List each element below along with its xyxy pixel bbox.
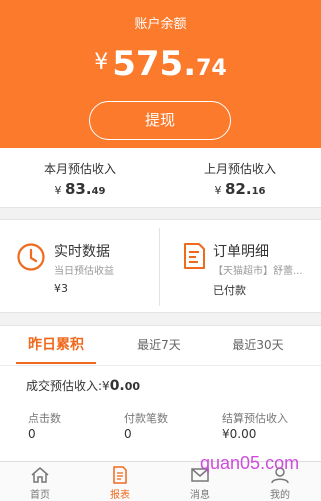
tab-last-30-days[interactable]: 最近30天 — [222, 326, 294, 364]
order-details-card[interactable]: 订单明细 【天猫超市】舒蕾... 已付款 — [161, 220, 321, 314]
realtime-title: 实时数据 — [54, 244, 110, 260]
balance-integer: 575. — [112, 44, 197, 84]
balance-header: 账户余额 ¥575.74 提现 — [0, 0, 321, 148]
nav-message-label: 消息 — [190, 490, 210, 501]
this-month-integer: 83. — [65, 180, 92, 198]
metric-payments-label: 付款笔数 — [124, 412, 168, 425]
period-tabs: 昨日累积 最近7天 最近30天 — [0, 326, 321, 364]
realtime-subtitle: 当日预估收益 — [54, 266, 114, 277]
last-month-value: ¥ 82.16 — [160, 180, 320, 198]
deal-decimal: 00 — [124, 380, 141, 393]
watermark: quan05.com — [200, 453, 300, 473]
withdraw-button[interactable]: 提现 — [89, 101, 231, 140]
last-month-decimal: 16 — [251, 186, 266, 197]
header-title: 账户余额 — [134, 17, 187, 32]
report-icon — [113, 466, 127, 484]
realtime-value: ¥3 — [54, 282, 68, 295]
this-month-label: 本月预估收入 — [43, 162, 116, 176]
orders-value: 已付款 — [213, 284, 246, 297]
nav-home[interactable]: 首页 — [0, 462, 80, 501]
this-month-decimal: 49 — [91, 186, 106, 197]
tab-last-7-days[interactable]: 最近7天 — [126, 326, 192, 364]
orders-title: 订单明细 — [213, 244, 269, 260]
monthly-estimate-row: 本月预估收入 ¥ 83.49 上月预估收入 ¥ 82.16 — [0, 148, 321, 208]
deal-currency: ¥ — [102, 379, 110, 393]
last-month-integer: 82. — [225, 180, 252, 198]
home-icon — [31, 467, 49, 483]
metric-settlement-label: 结算预估收入 — [222, 412, 288, 425]
this-month-currency: ¥ — [54, 184, 62, 197]
orders-subtitle: 【天猫超市】舒蕾... — [213, 266, 303, 277]
deal-integer: 0. — [109, 378, 125, 394]
deal-label: 成交预估收入: — [26, 379, 103, 393]
summary-cards: 实时数据 当日预估收益 ¥3 订单明细 【天猫超市】舒蕾... 已付款 — [0, 219, 321, 313]
last-month-label: 上月预估收入 — [203, 162, 276, 176]
tab-yesterday[interactable]: 昨日累积 — [16, 326, 96, 364]
metric-clicks-label: 点击数 — [28, 412, 61, 425]
clock-icon — [17, 243, 45, 271]
last-month-currency: ¥ — [214, 184, 222, 197]
this-month-estimate[interactable]: 本月预估收入 ¥ 83.49 — [0, 148, 160, 208]
stats-panel: 昨日累积 最近7天 最近30天 成交预估收入:¥0.00 点击数 0 付款笔数 … — [0, 325, 321, 461]
nav-report-label: 报表 — [110, 490, 130, 501]
this-month-value: ¥ 83.49 — [0, 180, 160, 198]
nav-home-label: 首页 — [30, 490, 50, 501]
balance-currency: ¥ — [94, 50, 109, 75]
metric-clicks-value: 0 — [28, 427, 36, 441]
balance-decimal: 74 — [196, 56, 227, 81]
card-divider — [159, 228, 160, 306]
nav-profile-label: 我的 — [270, 490, 290, 501]
tab-divider — [0, 365, 321, 366]
balance-amount: ¥575.74 — [0, 44, 321, 84]
metric-payments-value: 0 — [124, 427, 132, 441]
nav-report[interactable]: 报表 — [80, 462, 160, 501]
document-icon — [184, 243, 205, 269]
realtime-data-card[interactable]: 实时数据 当日预估收益 ¥3 — [0, 220, 160, 314]
deal-estimate: 成交预估收入:¥0.00 — [26, 377, 140, 394]
metric-settlement-value: ¥0.00 — [222, 427, 257, 441]
last-month-estimate[interactable]: 上月预估收入 ¥ 82.16 — [160, 148, 320, 208]
